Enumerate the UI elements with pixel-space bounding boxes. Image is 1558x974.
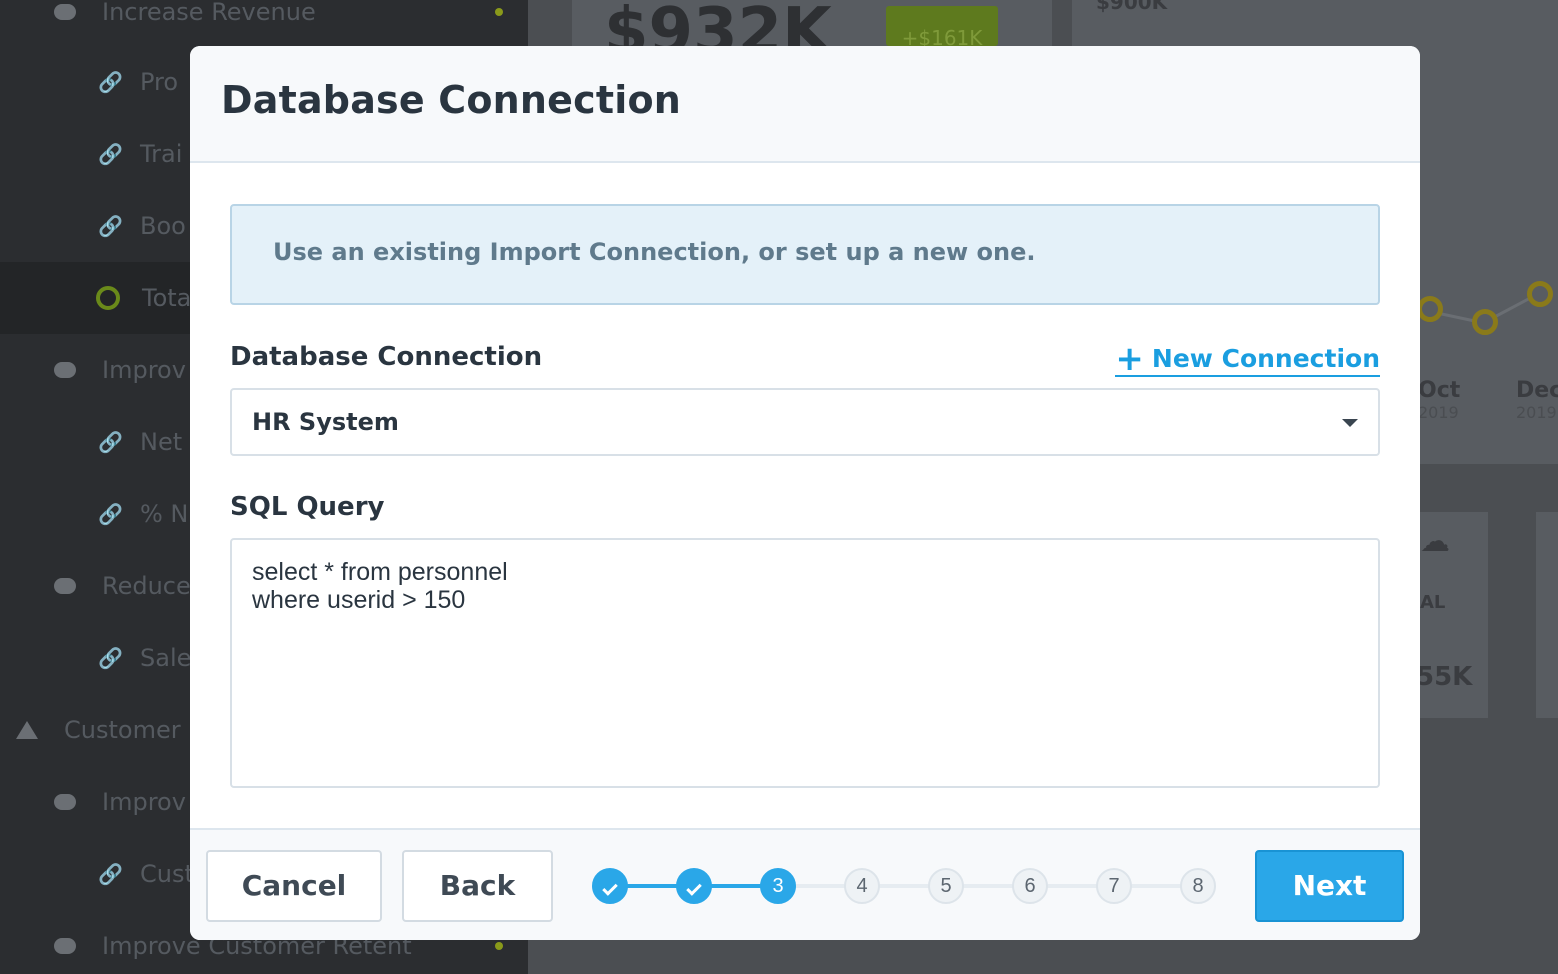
next-button[interactable]: Next (1255, 850, 1404, 922)
triangle-icon (16, 721, 38, 739)
bg-stat-label: AL (1420, 592, 1446, 613)
bg-sidebar-item: 🔗 Pro (98, 68, 179, 96)
bg-sidebar-item: 🔗% N (98, 500, 189, 528)
check-icon (602, 880, 618, 896)
bullet-icon (54, 578, 76, 594)
wizard-stepper: 3 4 5 6 7 8 (592, 868, 1216, 904)
connection-select-value: HR System (252, 408, 399, 436)
bg-data-point (1472, 309, 1498, 335)
step-4: 4 (844, 868, 880, 904)
new-connection-link[interactable]: + New Connection (1115, 338, 1380, 379)
bg-data-point (1527, 281, 1553, 307)
bg-sidebar-item: 🔗 Trai (98, 140, 183, 168)
bg-sidebar-item: 🔗 Sale (98, 644, 192, 672)
link-icon: 🔗 (98, 862, 123, 886)
check-icon (686, 880, 702, 896)
bg-data-point (1417, 296, 1443, 322)
dialog-footer: Cancel Back 3 4 5 6 7 8 Next (190, 828, 1420, 940)
bg-delta-badge: +$161K (886, 6, 998, 50)
step-connector (778, 884, 1198, 888)
bg-sidebar-item: Customer (16, 694, 181, 766)
plus-icon: + (1115, 338, 1144, 379)
link-icon: 🔗 (98, 142, 123, 166)
status-dot (495, 942, 503, 950)
step-1 (592, 868, 628, 904)
info-banner: Use an existing Import Connection, or se… (230, 204, 1380, 305)
link-icon: 🔗 (98, 214, 123, 238)
bullet-icon (54, 794, 76, 810)
step-7: 7 (1096, 868, 1132, 904)
cloud-icon: ☁ (1420, 524, 1450, 559)
cancel-button[interactable]: Cancel (206, 850, 382, 922)
bg-axis-dec: Dec 2019 (1516, 378, 1558, 422)
link-icon: 🔗 (98, 430, 123, 454)
link-icon: 🔗 (98, 70, 123, 94)
status-dot (495, 8, 503, 16)
bg-sidebar-item: 🔗 Boo (98, 212, 186, 240)
step-5: 5 (928, 868, 964, 904)
connection-label: Database Connection (230, 342, 543, 372)
step-3: 3 (760, 868, 796, 904)
step-6: 6 (1012, 868, 1048, 904)
bg-stat-value: 55K (1416, 662, 1473, 692)
bg-axis-oct: Oct 2019 (1418, 378, 1461, 422)
link-icon: 🔗 (98, 646, 123, 670)
bullet-icon (54, 938, 76, 954)
bg-sidebar-item: 🔗 Net (98, 428, 183, 456)
step-8: 8 (1180, 868, 1216, 904)
dialog-header: Database Connection (190, 46, 1420, 163)
sql-query-textarea[interactable]: select * from personnel where userid > 1… (230, 538, 1380, 788)
bg-stat-card (1536, 512, 1558, 718)
link-icon: 🔗 (98, 502, 123, 526)
connection-select[interactable]: HR System (230, 388, 1380, 456)
bullet-icon (54, 4, 76, 20)
step-2 (676, 868, 712, 904)
bg-sidebar-item: Improv (54, 334, 186, 406)
bg-sidebar-item: Increase Revenue (54, 0, 316, 48)
target-ring-icon (96, 286, 120, 310)
dialog-title: Database Connection (221, 78, 682, 122)
bg-sidebar-item: Improv (54, 766, 186, 838)
bg-sidebar-item: Reduce (54, 550, 191, 622)
chevron-down-icon (1342, 419, 1358, 427)
bullet-icon (54, 362, 76, 378)
database-connection-dialog: Database Connection Use an existing Impo… (190, 46, 1420, 940)
bg-sidebar-item: 🔗 Cust (98, 860, 194, 888)
bg-axis-top: $900K (1096, 0, 1168, 14)
back-button[interactable]: Back (402, 850, 553, 922)
sql-query-label: SQL Query (230, 492, 385, 522)
new-connection-label: New Connection (1151, 344, 1380, 373)
